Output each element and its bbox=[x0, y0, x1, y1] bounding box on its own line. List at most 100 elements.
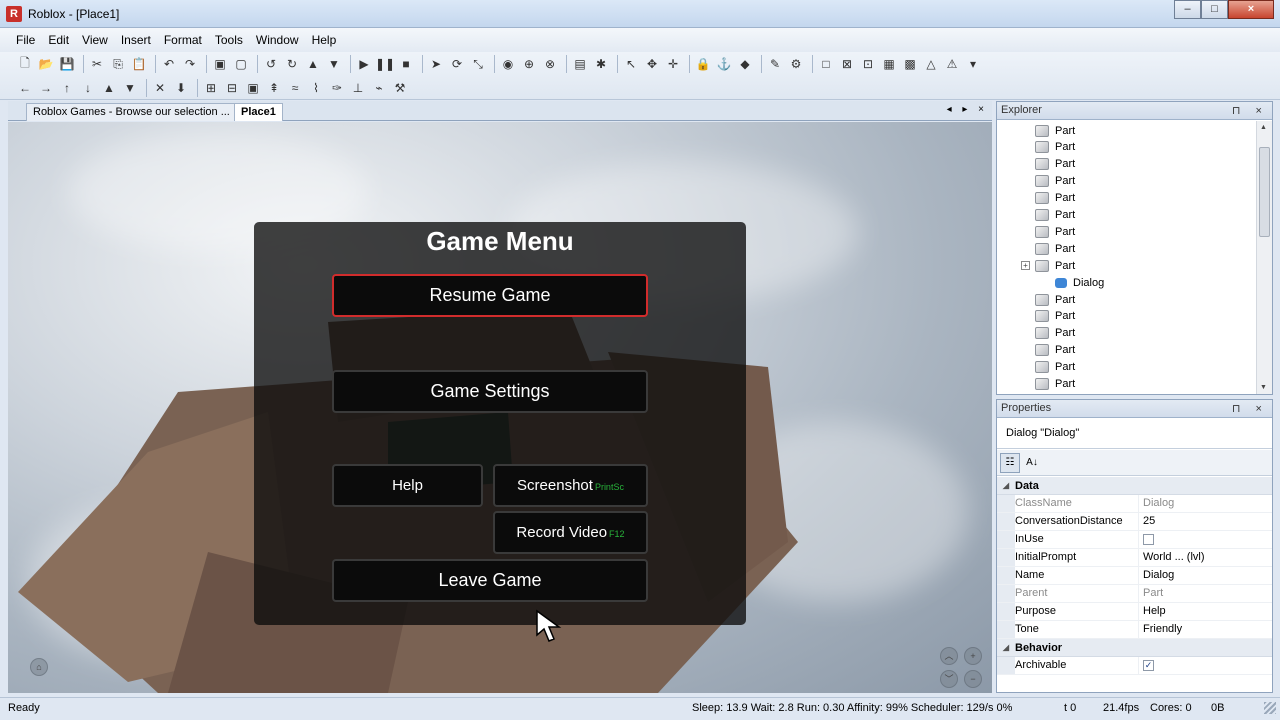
game-settings-button[interactable]: Game Settings bbox=[332, 370, 648, 413]
paint-terrain-icon[interactable]: ✑ bbox=[328, 79, 346, 97]
explorer-scrollbar[interactable]: ▲ ▼ bbox=[1256, 121, 1272, 394]
stop-icon[interactable]: ■ bbox=[397, 55, 415, 73]
terrain-add-icon[interactable]: ⊞ bbox=[202, 79, 220, 97]
cut-icon[interactable]: ✂ bbox=[88, 55, 106, 73]
tree-item-part[interactable]: Part bbox=[1035, 325, 1075, 342]
arrow-up-icon[interactable]: ↑ bbox=[58, 79, 76, 97]
3d-viewport[interactable]: Game Menu Resume Game Game Settings Help… bbox=[8, 122, 992, 693]
tree-item-part[interactable]: Part bbox=[1035, 359, 1075, 376]
category-data[interactable]: ◢ Data bbox=[997, 477, 1272, 495]
new-file-icon[interactable]: 🗋 bbox=[16, 55, 34, 73]
rotate-left-icon[interactable]: ↺ bbox=[262, 55, 280, 73]
ungroup-icon[interactable]: ▢ bbox=[232, 55, 250, 73]
arrow-down-icon[interactable]: ↓ bbox=[79, 79, 97, 97]
play-icon[interactable]: ▶ bbox=[355, 55, 373, 73]
grow-icon[interactable]: ⇞ bbox=[265, 79, 283, 97]
gear-icon[interactable]: ⚙ bbox=[787, 55, 805, 73]
tree-item-part[interactable]: Part bbox=[1035, 173, 1075, 190]
property-value[interactable]: Help bbox=[1139, 603, 1166, 620]
tree-item-part[interactable]: + Part bbox=[1021, 257, 1075, 274]
fill-icon[interactable]: ▣ bbox=[244, 79, 262, 97]
category-behavior[interactable]: ◢ Behavior bbox=[997, 639, 1272, 657]
flatten-icon[interactable]: ⊥ bbox=[349, 79, 367, 97]
menu-insert[interactable]: Insert bbox=[121, 33, 151, 47]
tree-item-dialog[interactable]: Dialog bbox=[1055, 274, 1104, 291]
camera-tilt-up-icon[interactable]: ︿ bbox=[940, 647, 958, 665]
crosshair-icon[interactable]: ✕ bbox=[151, 79, 169, 97]
tree-item-part[interactable]: Part bbox=[1035, 190, 1075, 207]
menu-help[interactable]: Help bbox=[312, 33, 337, 47]
checkbox[interactable] bbox=[1143, 534, 1154, 545]
properties-panel-controls[interactable]: ⊓ × bbox=[1232, 402, 1268, 415]
maximize-button[interactable]: □ bbox=[1201, 0, 1228, 19]
move-up-icon[interactable]: ▲ bbox=[304, 55, 322, 73]
tree-item-part[interactable]: Part bbox=[1035, 122, 1075, 139]
undo-icon[interactable]: ↶ bbox=[160, 55, 178, 73]
lighting-icon[interactable]: ✱ bbox=[592, 55, 610, 73]
open-folder-icon[interactable]: 📂 bbox=[37, 55, 55, 73]
inlet-icon[interactable]: △ bbox=[922, 55, 940, 73]
erode-icon[interactable]: ⌇ bbox=[307, 79, 325, 97]
menu-file[interactable]: File bbox=[16, 33, 35, 47]
rotate-right-icon[interactable]: ↻ bbox=[283, 55, 301, 73]
tool-icon[interactable]: ⚒ bbox=[391, 79, 409, 97]
collapse-icon[interactable]: ◢ bbox=[997, 481, 1015, 490]
redo-icon[interactable]: ↷ bbox=[181, 55, 199, 73]
sort-alphabetical-icon[interactable]: A↓ bbox=[1022, 453, 1042, 473]
smooth-icon[interactable]: ⊠ bbox=[838, 55, 856, 73]
arrow-down-solid-icon[interactable]: ▼ bbox=[121, 79, 139, 97]
menu-edit[interactable]: Edit bbox=[48, 33, 69, 47]
copy-icon[interactable]: ⎘ bbox=[109, 55, 127, 73]
collapse-icon[interactable]: ◢ bbox=[997, 643, 1015, 652]
tree-item-part[interactable]: Part bbox=[1035, 291, 1075, 308]
scale-icon[interactable]: ⤡ bbox=[469, 55, 487, 73]
studs-icon[interactable]: ▩ bbox=[901, 55, 919, 73]
property-value[interactable] bbox=[1139, 531, 1154, 548]
menu-view[interactable]: View bbox=[82, 33, 108, 47]
pointer-icon[interactable]: ➤ bbox=[427, 55, 445, 73]
tree-item-part[interactable]: Part bbox=[1035, 240, 1075, 257]
lock-icon[interactable]: 🔒 bbox=[694, 55, 712, 73]
hinge-icon[interactable]: ⚠ bbox=[943, 55, 961, 73]
explorer-tree[interactable]: Part Part Part Part Part Part Part Part + Part Dia… bbox=[997, 121, 1255, 394]
tab-navigation[interactable]: ◂ ▸ × bbox=[947, 104, 988, 115]
move-down-icon[interactable]: ▼ bbox=[325, 55, 343, 73]
zoom-in-icon[interactable]: + bbox=[964, 647, 982, 665]
minimize-button[interactable]: – bbox=[1174, 0, 1201, 19]
expand-icon[interactable]: + bbox=[1021, 261, 1030, 271]
smooth-terrain-icon[interactable]: ≈ bbox=[286, 79, 304, 97]
select-tool-icon[interactable]: ↖ bbox=[622, 55, 640, 73]
arrow-left-icon[interactable]: ← bbox=[16, 79, 34, 97]
path-icon[interactable]: ⌁ bbox=[370, 79, 388, 97]
tree-item-part[interactable]: Part bbox=[1035, 156, 1075, 173]
resume-game-button[interactable]: Resume Game bbox=[332, 274, 648, 317]
property-value[interactable]: Friendly bbox=[1139, 621, 1182, 638]
zoom-icon[interactable]: ⊕ bbox=[520, 55, 538, 73]
close-button[interactable]: × bbox=[1228, 0, 1274, 19]
glue-icon[interactable]: ⊡ bbox=[859, 55, 877, 73]
scroll-down-icon[interactable]: ▼ bbox=[1260, 384, 1267, 391]
rotate-icon[interactable]: ⟳ bbox=[448, 55, 466, 73]
script-icon[interactable]: ▤ bbox=[571, 55, 589, 73]
move-tool-icon[interactable]: ✥ bbox=[643, 55, 661, 73]
tree-item-part[interactable]: Part bbox=[1035, 342, 1075, 359]
zoom-out-icon[interactable]: − bbox=[964, 670, 982, 688]
motor-icon[interactable]: ▾ bbox=[964, 55, 982, 73]
property-value[interactable]: Dialog bbox=[1139, 567, 1174, 584]
material-icon[interactable]: ✎ bbox=[766, 55, 784, 73]
menu-tools[interactable]: Tools bbox=[215, 33, 243, 47]
scroll-up-icon[interactable]: ▲ bbox=[1260, 124, 1267, 131]
help-button[interactable]: Help bbox=[332, 464, 483, 507]
paste-icon[interactable]: 📋 bbox=[130, 55, 148, 73]
save-icon[interactable]: 💾 bbox=[58, 55, 76, 73]
property-value[interactable]: 25 bbox=[1139, 513, 1155, 530]
tree-item-part[interactable]: Part bbox=[1035, 376, 1075, 393]
leave-game-button[interactable]: Leave Game bbox=[332, 559, 648, 602]
arrow-right-icon[interactable]: → bbox=[37, 79, 55, 97]
resize-tool-icon[interactable]: ✛ bbox=[664, 55, 682, 73]
surface-icon[interactable]: □ bbox=[817, 55, 835, 73]
pause-icon[interactable]: ❚❚ bbox=[375, 55, 395, 73]
camera-tilt-down-icon[interactable]: ﹀ bbox=[940, 670, 958, 688]
record-video-button[interactable]: Record Video F12 bbox=[493, 511, 648, 554]
arrow-up-solid-icon[interactable]: ▲ bbox=[100, 79, 118, 97]
